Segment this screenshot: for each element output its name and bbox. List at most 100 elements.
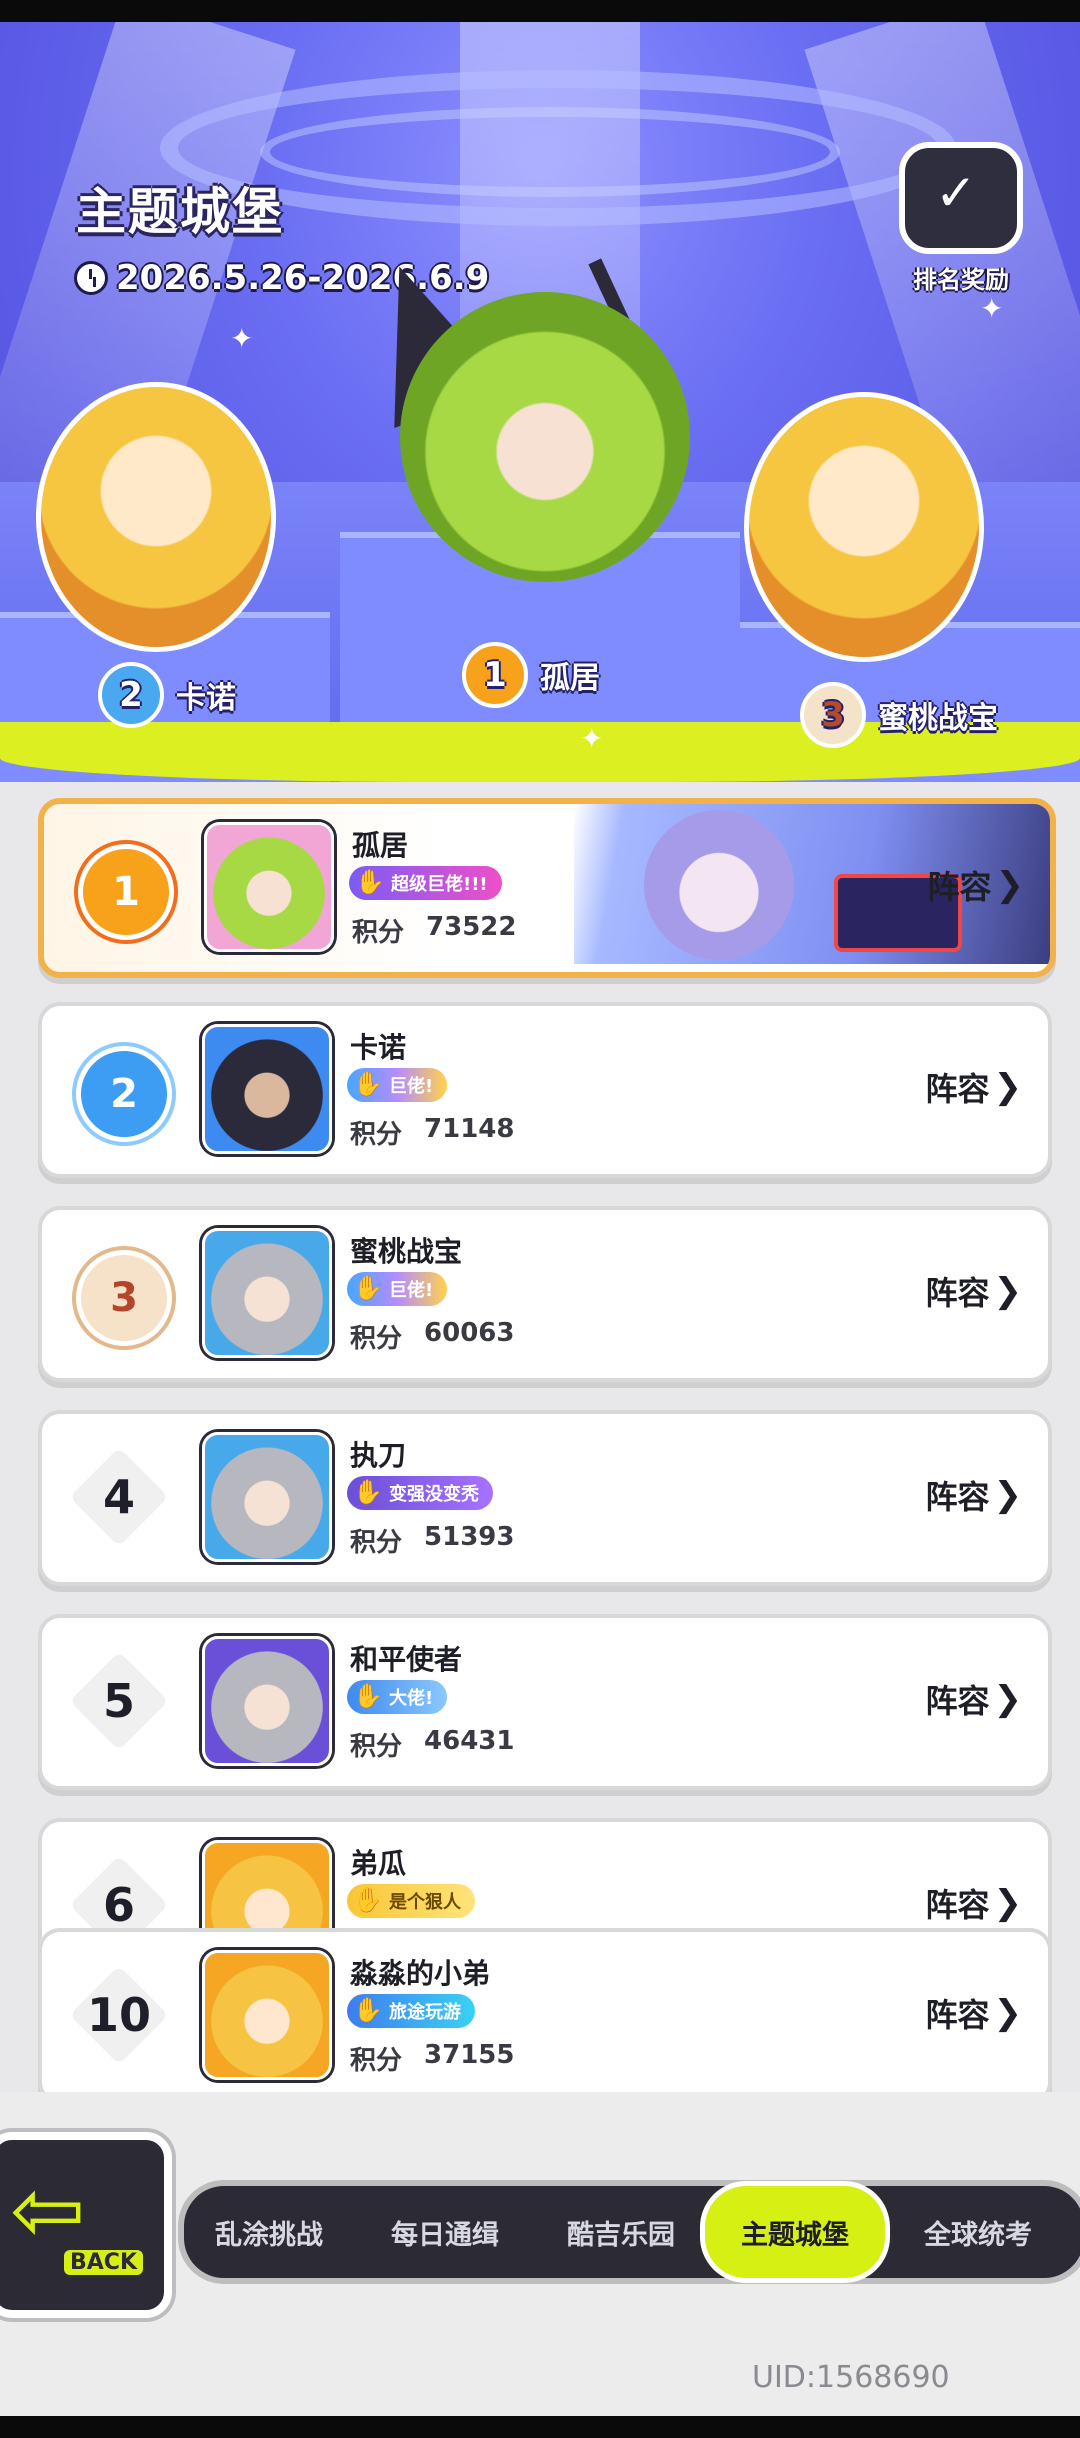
sparkle-icon: ✦: [580, 722, 604, 755]
score-label: 积分: [350, 1324, 403, 1354]
score-label: 积分: [350, 1732, 403, 1762]
podium-label-first: 1 孤居: [462, 642, 600, 708]
title-badge: 旅途玩游: [347, 1994, 475, 2028]
leaderboard-row[interactable]: 1 孤居 超级巨佬!!! 积分 73522 阵容❯: [38, 798, 1056, 978]
leaderboard-row[interactable]: 5 和平使者 大佬! 积分 46431 阵容❯: [38, 1614, 1052, 1790]
title-badge: 是个狠人: [347, 1884, 475, 1918]
player-name: 孤居: [352, 829, 409, 862]
score-value: 37155: [424, 2040, 515, 2070]
rank-badge: 1: [78, 844, 174, 940]
rank-medal-icon: 1: [462, 642, 528, 708]
lineup-label: 阵容: [925, 1886, 990, 1924]
rank-badge: 2: [76, 1046, 172, 1142]
leaderboard-list[interactable]: 1 孤居 超级巨佬!!! 积分73522 阵容❯ 2 卡诺 巨佬! 积分7114…: [0, 782, 1080, 2092]
chevron-right-icon: ❯: [993, 1067, 1023, 1107]
score-label: 积分: [350, 1528, 403, 1558]
score-label: 积分: [350, 2046, 403, 2076]
bronze-star-icon: 3: [76, 1250, 172, 1346]
rank-badge: 4: [69, 1447, 169, 1547]
clock-icon: [74, 261, 108, 295]
rank-reward-label: 排名奖励: [913, 266, 1009, 294]
lineup-button[interactable]: 阵容 ❯: [927, 862, 1024, 908]
podium-name: 孤居: [540, 661, 600, 696]
rank-badge: 10: [69, 1965, 169, 2065]
my-rank-row[interactable]: 10 淼淼的小弟 旅途玩游 积分 37155 阵容❯: [38, 1928, 1052, 2092]
chevron-right-icon: ❯: [993, 1993, 1023, 2033]
score-value: 73522: [426, 912, 517, 942]
lineup-button[interactable]: 阵容 ❯: [925, 1880, 1022, 1926]
avatar[interactable]: [202, 1024, 332, 1154]
lineup-label: 阵容: [925, 1070, 990, 1108]
lineup-button[interactable]: 阵容 ❯: [925, 1064, 1022, 1110]
leaderboard-row[interactable]: 2 卡诺 巨佬! 积分 71148 阵容❯: [38, 1002, 1052, 1178]
avatar[interactable]: [202, 1636, 332, 1766]
banner-character: [644, 810, 794, 960]
player-name: 蜜桃战宝: [350, 1235, 463, 1268]
rank-number: 6: [102, 1878, 135, 1932]
third-place-character[interactable]: [744, 392, 984, 662]
avatar[interactable]: [202, 1228, 332, 1358]
rank-badge: 3: [76, 1250, 172, 1346]
lineup-button[interactable]: 阵容 ❯: [925, 1472, 1022, 1518]
score-value: 71148: [424, 1114, 515, 1144]
chevron-right-icon: ❯: [993, 1271, 1023, 1311]
avatar[interactable]: [202, 1950, 332, 2080]
leaderboard-row[interactable]: 4 执刀 变强没变秃 积分 51393 阵容❯: [38, 1410, 1052, 1586]
tab-theme-castle[interactable]: 主题城堡: [700, 2181, 890, 2283]
podium-label-second: 2 卡诺: [98, 662, 236, 728]
lineup-label: 阵容: [925, 1996, 990, 2034]
score: 积分 37155: [350, 2040, 514, 2077]
chevron-right-icon: ❯: [993, 1679, 1023, 1719]
chevron-right-icon: ❯: [993, 1883, 1023, 1923]
chevron-right-icon: ❯: [995, 865, 1025, 905]
podium-name: 蜜桃战宝: [878, 701, 998, 736]
champion-character[interactable]: [400, 292, 690, 582]
stage-ring-inner: [260, 107, 840, 197]
title-badge: 超级巨佬!!!: [349, 866, 502, 900]
tab-global-exam[interactable]: 全球统考: [888, 2186, 1068, 2278]
lineup-button[interactable]: 阵容 ❯: [925, 1990, 1022, 2036]
mode-tab-bar: 乱涂挑战 每日通缉 酷吉乐园 主题城堡 全球统考: [178, 2180, 1080, 2284]
rank-number: 4: [102, 1470, 135, 1524]
sparkle-icon: ✦: [980, 292, 1004, 325]
uid-label: UID:1568690: [752, 2360, 950, 2395]
score-label: 积分: [350, 1120, 403, 1150]
score-value: 51393: [424, 1522, 515, 1552]
lineup-label: 阵容: [925, 1682, 990, 1720]
navigation-bar: [0, 2416, 1080, 2438]
rank-badge: 5: [69, 1651, 169, 1751]
gold-star-icon: 1: [78, 844, 174, 940]
leaderboard-row[interactable]: 3 蜜桃战宝 巨佬! 积分 60063 阵容❯: [38, 1206, 1052, 1382]
title-badge: 巨佬!: [347, 1068, 448, 1102]
rank-number: 10: [86, 1988, 151, 2042]
tab-daily-wanted[interactable]: 每日通缉: [360, 2186, 530, 2278]
tab-doodle-challenge[interactable]: 乱涂挑战: [184, 2186, 354, 2278]
lineup-label: 阵容: [925, 1478, 990, 1516]
rank-reward-button[interactable]: 排名奖励: [896, 142, 1026, 294]
player-name: 执刀: [350, 1439, 407, 1472]
score: 积分 73522: [352, 912, 516, 949]
second-place-character[interactable]: [36, 382, 276, 652]
lineup-label: 阵容: [925, 1274, 990, 1312]
lineup-button[interactable]: 阵容 ❯: [925, 1676, 1022, 1722]
avatar[interactable]: [204, 822, 334, 952]
player-name: 弟瓜: [350, 1847, 407, 1880]
score: 积分 60063: [350, 1318, 514, 1355]
title-badge: 巨佬!: [347, 1272, 448, 1306]
status-bar: [0, 0, 1080, 22]
tab-kuji-park[interactable]: 酷吉乐园: [536, 2186, 706, 2278]
avatar[interactable]: [202, 1432, 332, 1562]
silver-star-icon: 2: [76, 1046, 172, 1142]
player-name: 卡诺: [350, 1031, 407, 1064]
player-name: 淼淼的小弟: [350, 1957, 491, 1990]
lineup-button[interactable]: 阵容 ❯: [925, 1268, 1022, 1314]
score-value: 46431: [424, 1726, 515, 1756]
reward-badge-icon: [899, 142, 1023, 254]
podium-name: 卡诺: [176, 681, 236, 716]
score: 积分 46431: [350, 1726, 514, 1763]
chevron-right-icon: ❯: [993, 1475, 1023, 1515]
back-button[interactable]: ⇦ BACK: [0, 2132, 172, 2318]
title-badge: 变强没变秃: [347, 1476, 493, 1510]
lineup-label: 阵容: [927, 868, 992, 906]
player-name: 和平使者: [350, 1643, 463, 1676]
